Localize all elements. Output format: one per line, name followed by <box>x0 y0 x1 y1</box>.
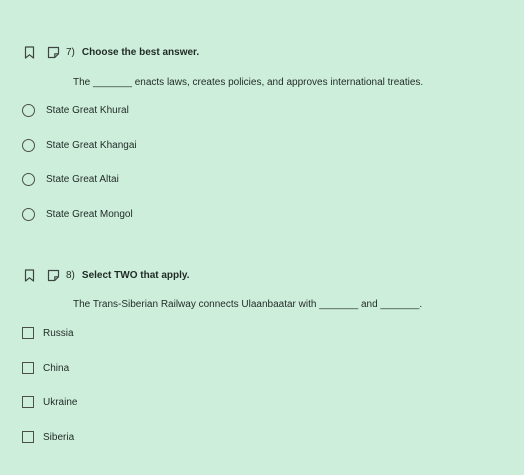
note-icon[interactable] <box>46 44 60 60</box>
answer-option[interactable]: Russia <box>22 325 74 341</box>
option-label: State Great Altai <box>46 173 119 185</box>
question-stem: The Trans-Siberian Railway connects Ulaa… <box>73 299 423 310</box>
option-label: China <box>43 362 70 374</box>
radio-button[interactable] <box>22 207 35 221</box>
question-7-header: 7) Choose the best answer. <box>22 43 199 61</box>
question-stem: The _______ enacts laws, creates policie… <box>73 77 424 88</box>
option-label: Russia <box>43 327 74 339</box>
question-number: 8) <box>66 269 75 281</box>
radio-button[interactable] <box>22 103 35 117</box>
option-label: Ukraine <box>43 396 78 408</box>
checkbox[interactable] <box>22 362 34 374</box>
answer-option[interactable]: Ukraine <box>22 394 77 410</box>
radio-button[interactable] <box>22 172 35 186</box>
answer-option[interactable]: State Great Khural <box>22 102 129 118</box>
question-8-header: 8) Select TWO that apply. <box>22 266 190 284</box>
answer-option[interactable]: Siberia <box>22 429 74 445</box>
bookmark-icon[interactable] <box>22 44 36 60</box>
answer-option[interactable]: State Great Mongol <box>22 206 133 222</box>
answer-option[interactable]: China <box>22 360 69 376</box>
question-instruction: Choose the best answer. <box>81 46 200 58</box>
answer-option[interactable]: State Great Khangai <box>22 137 137 153</box>
answer-option[interactable]: State Great Altai <box>22 171 119 187</box>
checkbox[interactable] <box>22 396 34 408</box>
option-label: State Great Khangai <box>46 139 137 151</box>
option-label: Siberia <box>43 431 75 443</box>
checkbox[interactable] <box>22 327 34 339</box>
question-number: 7) <box>66 46 75 58</box>
bookmark-icon[interactable] <box>22 267 36 283</box>
radio-button[interactable] <box>22 138 35 152</box>
note-icon[interactable] <box>46 267 60 283</box>
question-instruction: Select TWO that apply. <box>81 269 190 281</box>
checkbox[interactable] <box>22 431 34 443</box>
option-label: State Great Mongol <box>46 208 133 220</box>
option-label: State Great Khural <box>46 104 129 116</box>
